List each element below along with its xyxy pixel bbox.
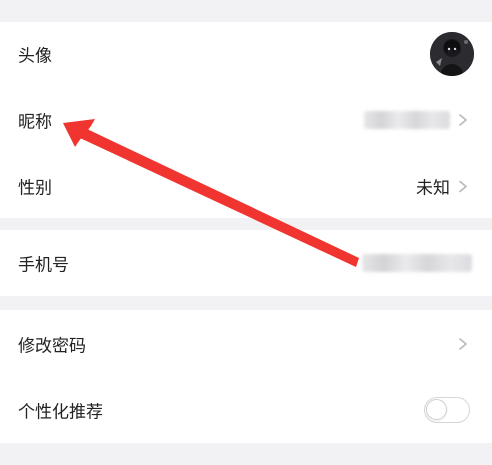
personalized-recommendation-label: 个性化推荐: [18, 402, 103, 423]
avatar-label: 头像: [18, 46, 52, 67]
change-password-label: 修改密码: [18, 336, 86, 357]
chevron-right-icon: [459, 338, 467, 350]
account-section: 手机号: [0, 230, 492, 296]
phone-label: 手机号: [18, 255, 69, 276]
profile-section: 头像 昵称 性别 未知: [0, 22, 492, 218]
avatar-image: [430, 32, 474, 76]
chevron-right-icon: [459, 114, 467, 126]
gender-row[interactable]: 性别 未知: [0, 154, 492, 218]
settings-section: 修改密码 个性化推荐: [0, 310, 492, 443]
nickname-row[interactable]: 昵称: [0, 88, 492, 152]
gender-value: 未知: [416, 178, 450, 199]
avatar-row[interactable]: 头像: [0, 22, 492, 86]
nickname-value-redacted: [364, 111, 450, 129]
change-password-row[interactable]: 修改密码: [0, 312, 492, 376]
chevron-right-icon: [459, 180, 467, 192]
gender-label: 性别: [18, 178, 52, 199]
phone-row[interactable]: 手机号: [0, 231, 492, 295]
personalized-recommendation-row: 个性化推荐: [0, 378, 492, 442]
toggle-knob: [426, 399, 447, 420]
avatar[interactable]: [430, 32, 474, 76]
phone-value-redacted: [362, 254, 472, 272]
personalized-recommendation-toggle[interactable]: [424, 397, 470, 423]
nickname-label: 昵称: [18, 112, 52, 133]
